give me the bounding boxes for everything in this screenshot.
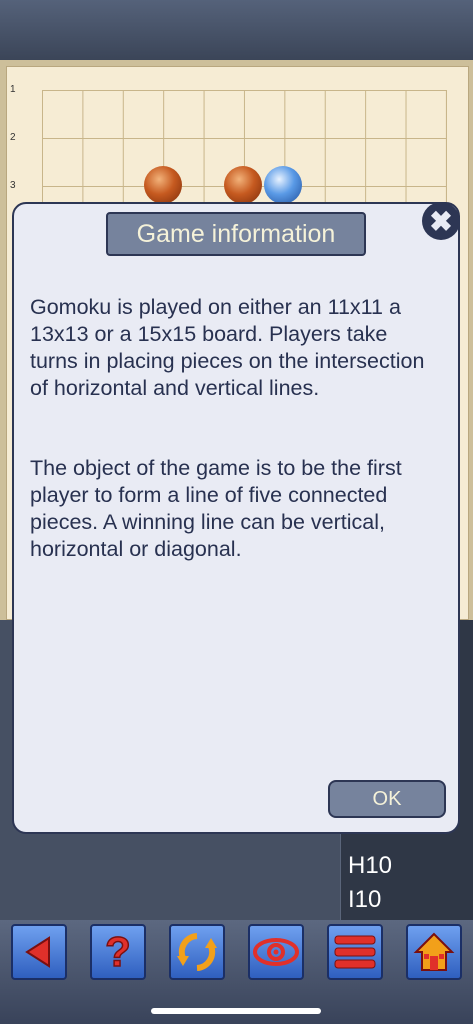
close-icon: ✖ (429, 205, 453, 237)
game-info-dialog: Game information ✖ Gomoku is played on e… (12, 202, 460, 834)
home-icon (413, 932, 455, 971)
svg-text:?: ? (105, 930, 131, 974)
rules-paragraph: Gomoku is played on either an 11x11 a 13… (30, 295, 425, 400)
close-button[interactable]: ✖ (422, 202, 460, 240)
top-bar (0, 0, 473, 60)
blue-stone (264, 166, 302, 204)
orange-stone (224, 166, 262, 204)
ok-button[interactable]: OK (328, 780, 446, 818)
home-indicator[interactable] (151, 1008, 321, 1014)
eye-icon (253, 938, 299, 966)
home-button[interactable] (406, 924, 462, 980)
help-button[interactable]: ? (90, 924, 146, 980)
row-label-3: 3 (10, 180, 16, 191)
objective-paragraph: The object of the game is to be the firs… (30, 456, 402, 561)
dialog-title: Game information (106, 212, 366, 256)
view-button[interactable] (248, 924, 304, 980)
row-label-1: 1 (10, 84, 16, 95)
orange-stone (144, 166, 182, 204)
row-label-2: 2 (10, 132, 16, 143)
back-arrow-icon (25, 936, 50, 968)
help-icon: ? (104, 930, 131, 974)
move-list-item: I10 (348, 886, 382, 913)
swap-button[interactable] (169, 924, 225, 980)
back-button[interactable] (11, 924, 67, 980)
menu-button[interactable] (327, 924, 383, 980)
menu-icon (334, 935, 376, 969)
move-list-item: H10 (348, 852, 393, 879)
swap-icon (177, 933, 217, 971)
